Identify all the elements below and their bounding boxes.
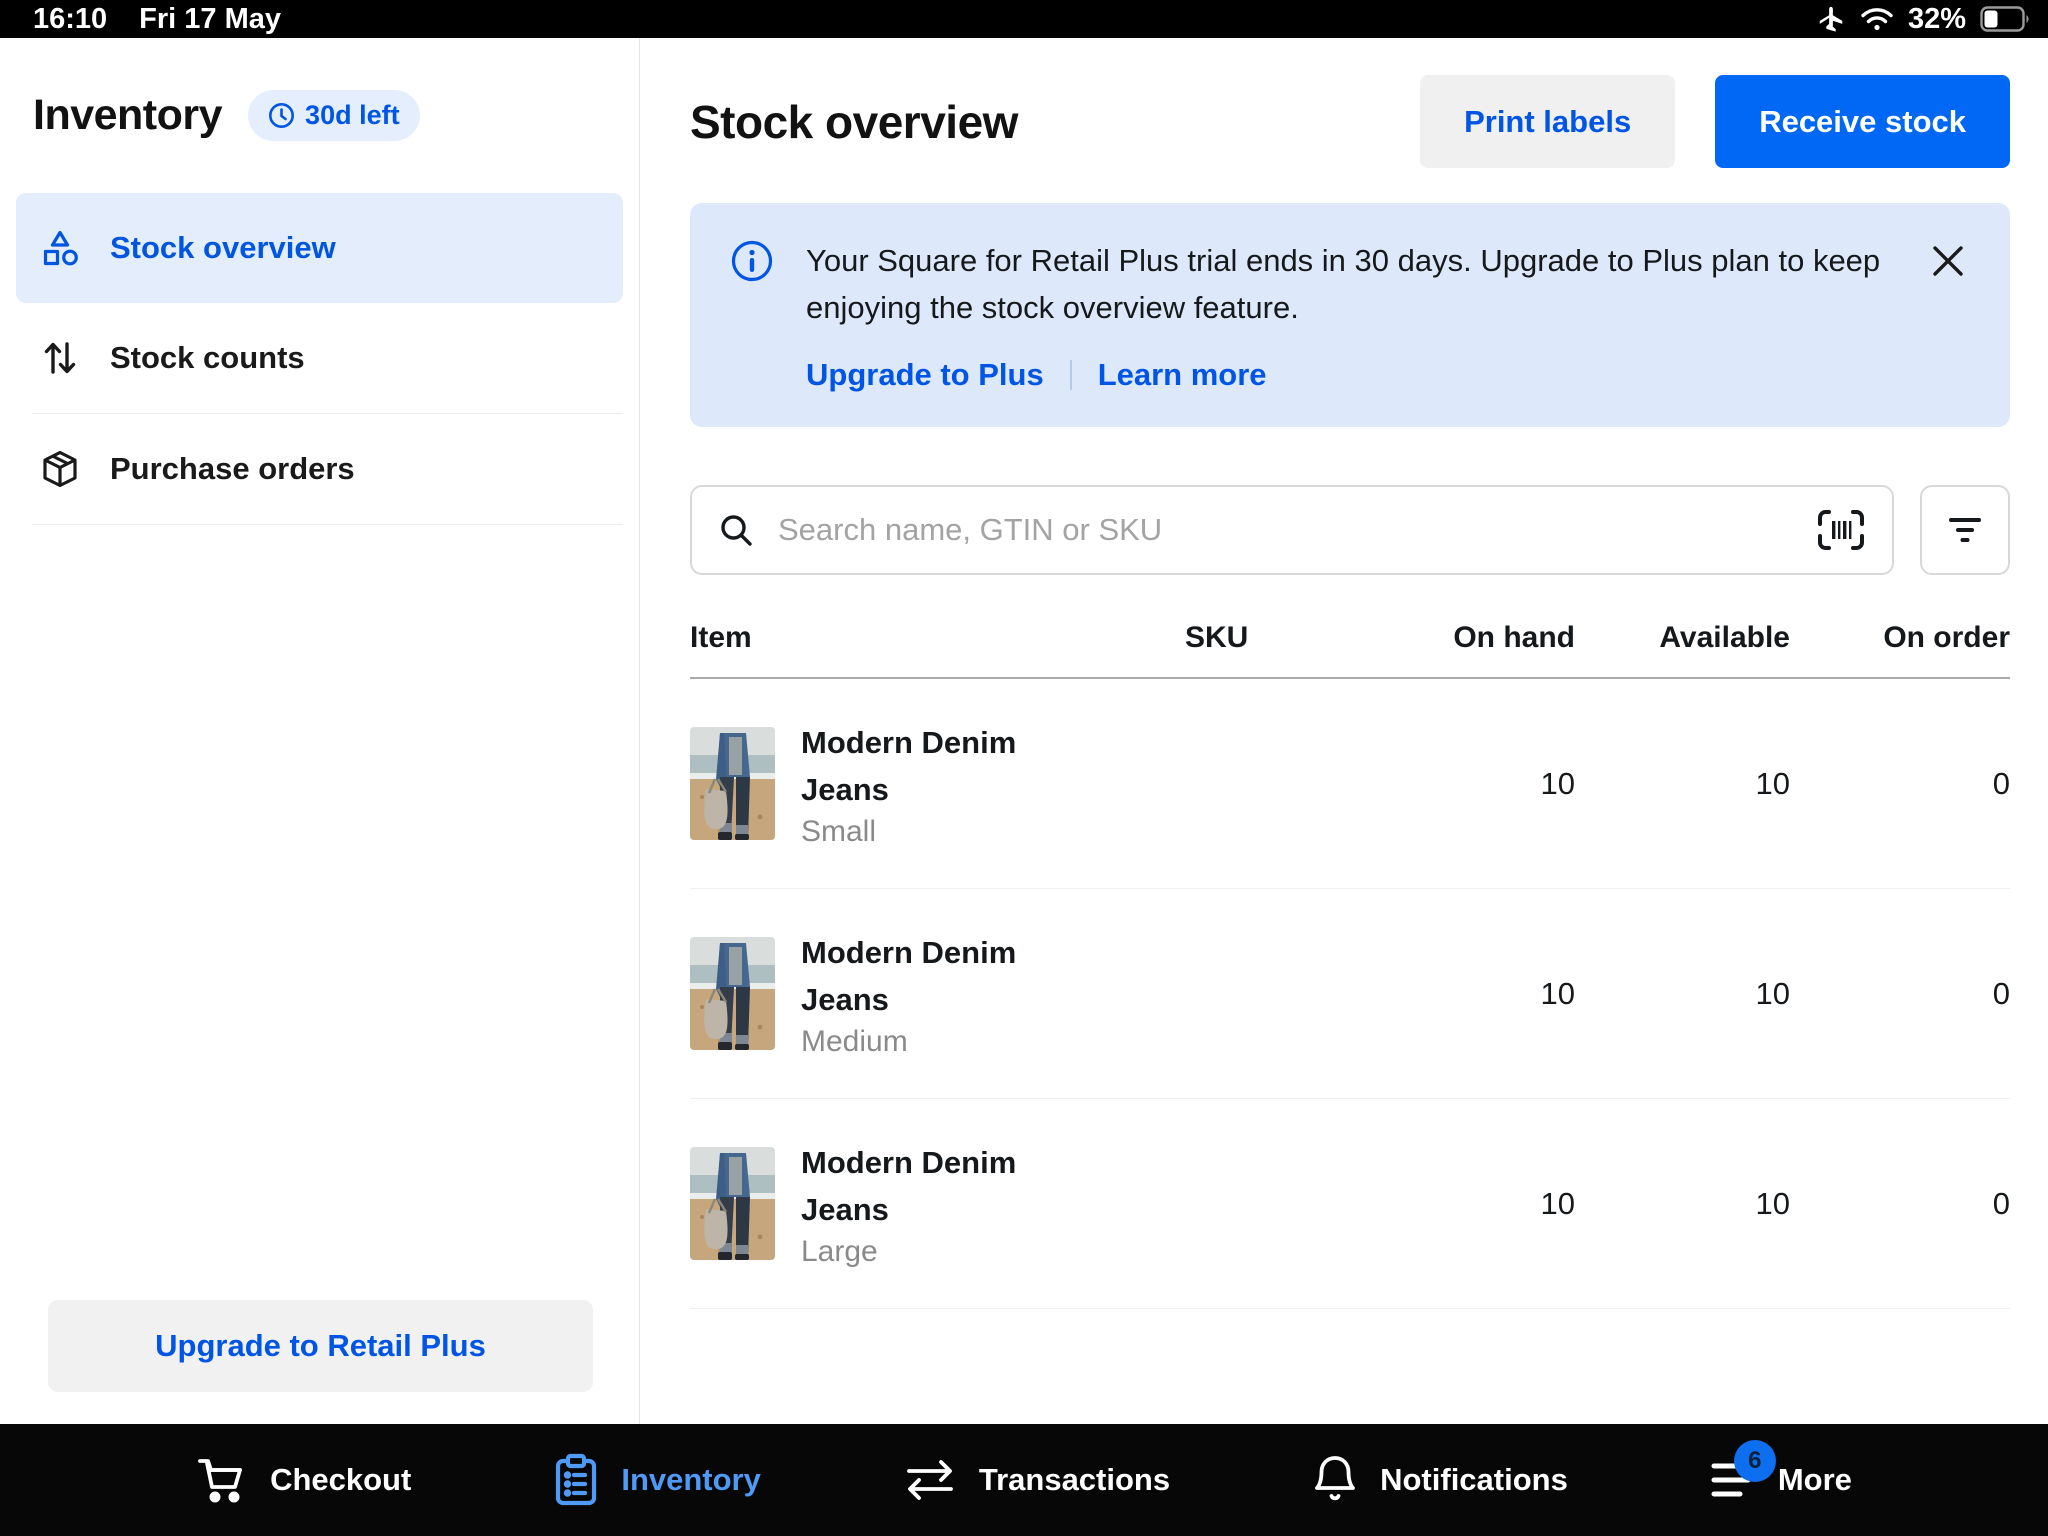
nav-checkout[interactable]: Checkout xyxy=(196,1455,411,1505)
item-name: Modern Denim Jeans xyxy=(801,1139,1019,1233)
status-bar: 16:10 Fri 17 May 32% xyxy=(0,0,2048,38)
search-box[interactable] xyxy=(690,485,1894,575)
filter-button[interactable] xyxy=(1920,485,2010,575)
trial-banner: Your Square for Retail Plus trial ends i… xyxy=(690,203,2010,427)
col-sku: SKU xyxy=(1185,621,1375,655)
table-header: Item SKU On hand Available On order xyxy=(690,621,2010,679)
app-screen: 16:10 Fri 17 May 32% Inventory xyxy=(0,0,2048,1536)
sidebar: Inventory 30d left Stock overview xyxy=(0,38,640,1424)
item-photo xyxy=(690,1147,775,1260)
item-name: Modern Denim Jeans xyxy=(801,929,1019,1023)
trial-banner-message: Your Square for Retail Plus trial ends i… xyxy=(806,237,1936,331)
battery-percent: 32% xyxy=(1908,3,1966,36)
close-icon[interactable] xyxy=(1930,243,1966,279)
cell-available: 10 xyxy=(1575,766,1790,802)
more-lines-icon: 6 xyxy=(1710,1460,1756,1500)
bell-icon xyxy=(1312,1454,1358,1506)
table-row[interactable]: Modern Denim Jeans Small 10 10 0 xyxy=(690,679,2010,889)
page-title: Stock overview xyxy=(690,95,1018,149)
info-icon xyxy=(730,237,774,393)
cell-available: 10 xyxy=(1575,1186,1790,1222)
nav-notifications[interactable]: Notifications xyxy=(1312,1454,1568,1506)
item-variant: Medium xyxy=(801,1025,1019,1059)
cell-on-order: 0 xyxy=(1790,1186,2010,1222)
search-icon xyxy=(718,512,754,548)
nav-transactions[interactable]: Transactions xyxy=(903,1458,1170,1502)
wifi-icon xyxy=(1860,6,1894,32)
link-divider xyxy=(1070,360,1072,390)
item-photo xyxy=(690,937,775,1050)
item-variant: Small xyxy=(801,815,1019,849)
cell-on-hand: 10 xyxy=(1375,976,1575,1012)
cell-available: 10 xyxy=(1575,976,1790,1012)
filter-icon xyxy=(1945,515,1985,545)
shapes-icon xyxy=(40,228,80,268)
notification-count-badge: 6 xyxy=(1734,1440,1776,1482)
arrows-up-down-icon xyxy=(40,338,80,378)
sidebar-item-purchase-orders[interactable]: Purchase orders xyxy=(16,414,623,524)
nav-more[interactable]: 6 More xyxy=(1710,1460,1852,1500)
cell-on-hand: 10 xyxy=(1375,1186,1575,1222)
nav-inventory[interactable]: Inventory xyxy=(553,1453,761,1507)
table-row[interactable]: Modern Denim Jeans Large 10 10 0 xyxy=(690,1099,2010,1309)
barcode-scan-icon[interactable] xyxy=(1816,508,1866,552)
item-name: Modern Denim Jeans xyxy=(801,719,1019,813)
airplane-mode-icon xyxy=(1816,4,1846,34)
upgrade-to-plus-link[interactable]: Upgrade to Plus xyxy=(806,357,1044,393)
cell-on-order: 0 xyxy=(1790,766,2010,802)
status-time: 16:10 xyxy=(33,3,107,36)
cell-on-hand: 10 xyxy=(1375,766,1575,802)
cell-on-order: 0 xyxy=(1790,976,2010,1012)
sidebar-item-stock-counts[interactable]: Stock counts xyxy=(16,303,623,413)
item-photo xyxy=(690,727,775,840)
package-icon xyxy=(40,449,80,489)
transfer-arrows-icon xyxy=(903,1458,957,1502)
trial-countdown-badge: 30d left xyxy=(248,90,420,141)
col-on-hand: On hand xyxy=(1375,621,1575,655)
receive-stock-button[interactable]: Receive stock xyxy=(1715,75,2010,168)
col-item: Item xyxy=(690,621,1185,655)
cart-icon xyxy=(196,1455,248,1505)
clipboard-icon xyxy=(553,1453,599,1507)
battery-icon xyxy=(1980,6,2030,32)
bottom-nav: Checkout Inventory Transactions xyxy=(0,1424,2048,1536)
sidebar-nav: Stock overview Stock counts xyxy=(0,193,639,525)
col-available: Available xyxy=(1575,621,1790,655)
learn-more-link[interactable]: Learn more xyxy=(1098,357,1267,393)
search-input[interactable] xyxy=(776,511,1794,549)
sidebar-title: Inventory xyxy=(33,91,222,140)
print-labels-button[interactable]: Print labels xyxy=(1420,75,1675,168)
sidebar-divider xyxy=(32,524,623,525)
sidebar-item-stock-overview[interactable]: Stock overview xyxy=(16,193,623,303)
col-on-order: On order xyxy=(1790,621,2010,655)
item-variant: Large xyxy=(801,1235,1019,1269)
main-content: Stock overview Print labels Receive stoc… xyxy=(640,38,2048,1424)
status-date: Fri 17 May xyxy=(139,3,281,36)
table-row[interactable]: Modern Denim Jeans Medium 10 10 0 xyxy=(690,889,2010,1099)
clock-icon xyxy=(268,102,295,129)
upgrade-retail-plus-button[interactable]: Upgrade to Retail Plus xyxy=(48,1300,593,1392)
stock-table: Item SKU On hand Available On order Mode… xyxy=(690,621,2010,1309)
